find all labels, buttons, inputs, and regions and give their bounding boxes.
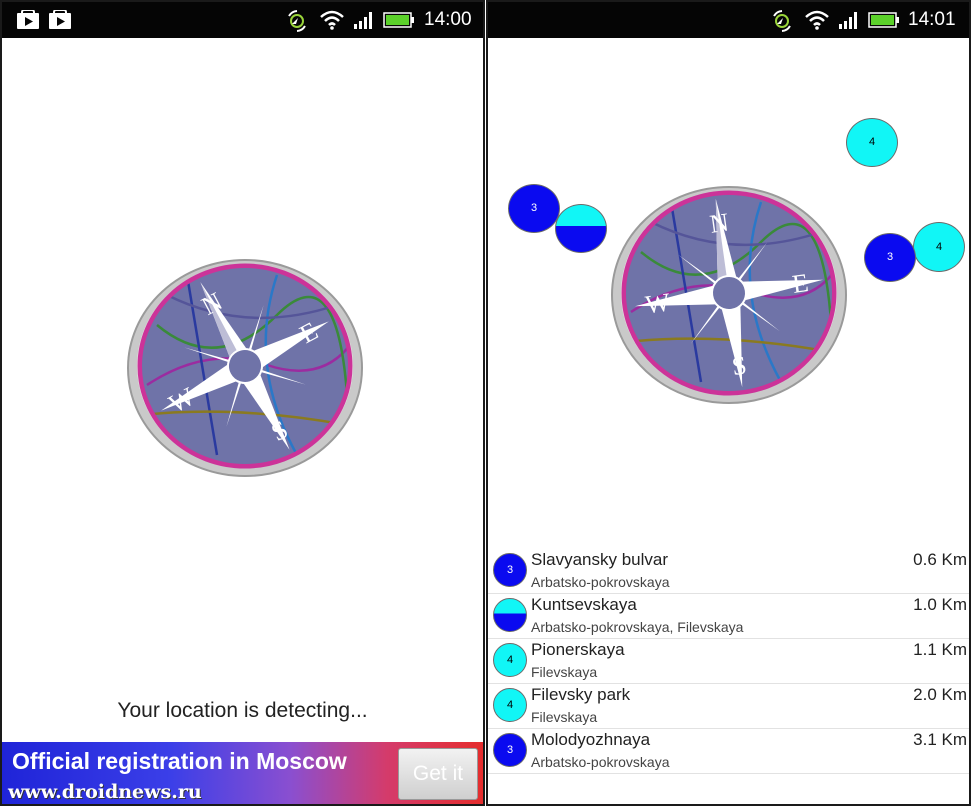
location-sync-icon [288, 10, 306, 32]
station-marker[interactable]: 3 [508, 184, 560, 233]
station-name: Slavyansky bulvar [531, 550, 669, 569]
location-sync-icon [773, 10, 791, 32]
signal-icon [839, 12, 857, 29]
station-row[interactable]: Kuntsevskaya Arbatsko-pokrovskaya, Filev… [488, 593, 969, 639]
station-lines: Arbatsko-pokrovskaya [531, 754, 670, 770]
signal-icon [354, 12, 372, 29]
station-row[interactable]: 3 Molodyozhnaya Arbatsko-pokrovskaya 3.1… [488, 728, 969, 774]
ad-title[interactable]: Official registration in Moscow [12, 748, 347, 775]
ad-banner[interactable]: Official registration in Moscow www.droi… [2, 742, 483, 804]
station-lines: Arbatsko-pokrovskaya, Filevskaya [531, 619, 744, 635]
station-distance: 2.0 Km [913, 685, 967, 704]
station-row[interactable]: 4 Pionerskaya Filevskaya 1.1 Km [488, 638, 969, 684]
station-marker[interactable] [555, 204, 607, 253]
watermark-text: www.droidnews.ru [8, 781, 202, 803]
wifi-icon [320, 10, 344, 30]
compass-image: N S E W [611, 186, 847, 404]
station-lines: Filevskaya [531, 709, 598, 725]
line-badge: 3 [493, 553, 527, 587]
status-time: 14:00 [424, 9, 472, 30]
station-distance: 0.6 Km [913, 550, 967, 569]
detecting-status-text: Your location is detecting... [117, 699, 368, 722]
line-badge: 4 [493, 688, 527, 722]
compass-w: W [644, 287, 673, 319]
station-marker[interactable]: 3 [864, 233, 916, 282]
line-badge: 3 [493, 733, 527, 767]
station-row[interactable]: 3 Slavyansky bulvar Arbatsko-pokrovskaya… [488, 548, 969, 594]
compass-image: N S E W [127, 259, 363, 477]
line-badge [493, 598, 527, 632]
station-name: Kuntsevskaya [531, 595, 637, 614]
station-marker[interactable]: 4 [913, 222, 965, 272]
status-bar: 14:00 [2, 2, 483, 38]
play-store-icon [17, 10, 39, 29]
status-bar: 14:01 [488, 2, 969, 38]
station-marker[interactable]: 4 [846, 118, 898, 167]
status-time: 14:01 [908, 9, 956, 30]
station-lines: Filevskaya [531, 664, 598, 680]
battery-icon [383, 12, 414, 28]
play-store-icon [49, 10, 71, 29]
station-lines: Arbatsko-pokrovskaya [531, 574, 670, 590]
station-row[interactable]: 4 Filevsky park Filevskaya 2.0 Km [488, 683, 969, 729]
station-name: Molodyozhnaya [531, 730, 651, 749]
line-badge: 4 [493, 643, 527, 677]
ad-get-it-button[interactable]: Get it [398, 748, 478, 800]
station-distance: 1.0 Km [913, 595, 967, 614]
battery-icon [868, 12, 899, 28]
station-distance: 1.1 Km [913, 640, 967, 659]
station-distance: 3.1 Km [913, 730, 967, 749]
wifi-icon [805, 10, 829, 30]
screen-detecting: 14:00 N S E W Your location is detecting… [0, 0, 485, 806]
station-name: Filevsky park [531, 685, 631, 704]
screen-nearby-stations: 14:01 N S E W 4 3 4 3 3 Slavyansky bulva… [486, 0, 971, 806]
station-name: Pionerskaya [531, 640, 625, 659]
